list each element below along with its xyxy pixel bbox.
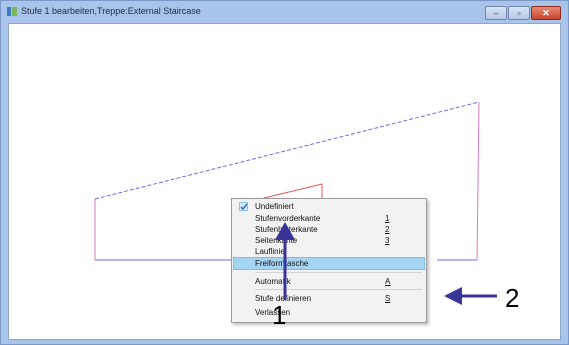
callout-arrowhead-1 [275,222,295,240]
callout-arrowhead-2 [444,287,462,305]
callout-label-2: 2 [505,283,520,313]
callout-label-1: 1 [272,300,287,330]
annotation-overlay [275,222,497,305]
